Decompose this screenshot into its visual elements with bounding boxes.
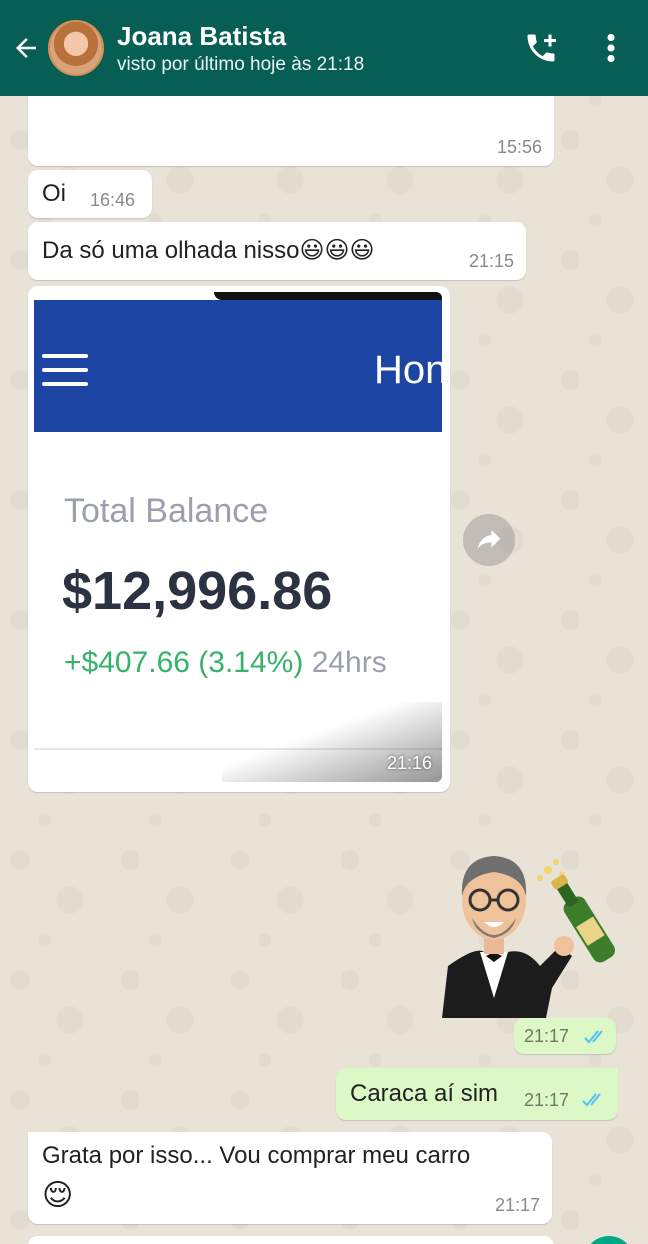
- back-arrow-icon: [16, 38, 36, 58]
- last-seen-status: visto por último hoje às 21:18: [117, 54, 365, 75]
- message-bubble-incoming[interactable]: Da só uma olhada nisso😃😃😃 21:15: [28, 222, 526, 280]
- message-bubble-outgoing[interactable]: Caraca aí sim 21:17: [336, 1068, 618, 1120]
- contact-info[interactable]: Joana Batista visto por último hoje às 2…: [117, 20, 364, 76]
- shared-image[interactable]: Hon Total Balance $12,996.86 +$407.66 (3…: [34, 292, 442, 782]
- message-time: 21:16: [386, 753, 432, 773]
- message-bubble-incoming[interactable]: Oi 16:46: [28, 170, 152, 218]
- balance-change: +$407.66 (3.14%) 24hrs: [64, 646, 387, 680]
- total-balance-value: $12,996.86: [62, 561, 333, 621]
- forward-button[interactable]: [463, 514, 515, 566]
- message-time: 16:46: [90, 190, 136, 210]
- avatar[interactable]: [48, 20, 104, 76]
- message-time: 21:17: [524, 1026, 570, 1046]
- message-emoji: 😌: [42, 1179, 74, 1212]
- total-balance-label: Total Balance: [64, 492, 269, 530]
- more-options-button[interactable]: [600, 30, 622, 71]
- add-call-icon: [527, 34, 556, 62]
- forward-icon: [477, 530, 501, 549]
- message-text: Da só uma olhada nisso😃😃😃: [42, 237, 375, 264]
- read-ticks-icon: [582, 1093, 601, 1107]
- message-text: Oi: [42, 180, 66, 207]
- message-text: Grata por isso... Vou comprar meu carro: [42, 1142, 471, 1169]
- balance-change-amount: +$407.66 (3.14%): [64, 646, 304, 679]
- chat-header: Joana Batista visto por último hoje às 2…: [0, 0, 648, 96]
- balance-change-period: 24hrs: [311, 646, 387, 679]
- sticker-image[interactable]: [436, 848, 616, 1018]
- contact-name: Joana Batista: [117, 21, 287, 51]
- add-call-button[interactable]: [523, 30, 559, 71]
- back-button[interactable]: [0, 0, 52, 96]
- read-ticks-icon: [584, 1030, 603, 1044]
- sticker-character-icon: [442, 856, 615, 1018]
- message-bubble-image[interactable]: Hon Total Balance $12,996.86 +$407.66 (3…: [28, 286, 450, 792]
- sticker-time-pill: 21:17: [514, 1018, 616, 1054]
- message-bubble-incoming-partial[interactable]: [28, 1236, 554, 1244]
- message-time: 21:17: [494, 1195, 540, 1215]
- more-vert-icon: [607, 33, 615, 63]
- message-time: 21:15: [468, 251, 514, 271]
- message-time: 15:56: [496, 137, 542, 157]
- image-app-bar: Hon: [34, 300, 442, 432]
- message-bubble-incoming[interactable]: Grata por isso... Vou comprar meu carro …: [28, 1132, 552, 1224]
- image-status-bar: [214, 292, 442, 300]
- message-bubble-incoming[interactable]: 15:56: [28, 96, 554, 166]
- image-app-title: Hon: [374, 348, 442, 392]
- message-time: 21:17: [524, 1090, 570, 1110]
- hamburger-menu-icon: [42, 354, 88, 386]
- message-text: Caraca aí sim: [350, 1080, 499, 1107]
